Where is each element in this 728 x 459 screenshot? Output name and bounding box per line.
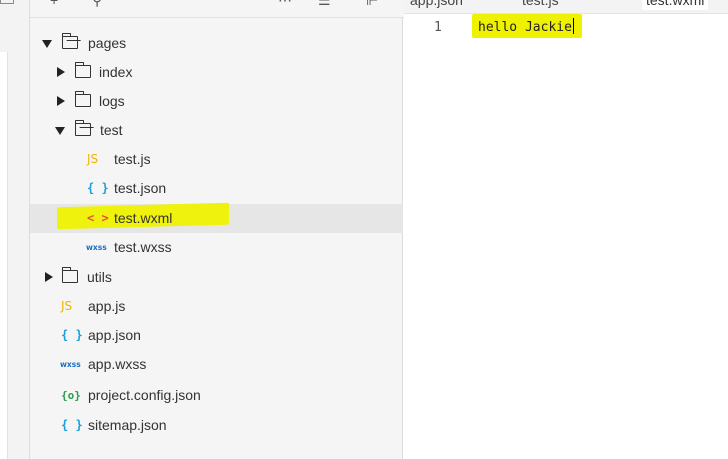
- folder-open-icon: [74, 120, 91, 136]
- tree-file-app-json[interactable]: { } app.json: [30, 321, 403, 350]
- folder-open-icon: [61, 33, 78, 49]
- json-file-icon: { }: [61, 328, 83, 342]
- tree-folder-test[interactable]: test: [30, 116, 403, 145]
- json-file-icon: { }: [61, 418, 83, 432]
- tree-item-label: logs: [99, 93, 125, 109]
- text-cursor: [572, 18, 574, 34]
- expand-arrow-icon[interactable]: [42, 40, 52, 48]
- search-icon[interactable]: ⚲: [92, 0, 102, 9]
- tree-item-label: app.json: [88, 327, 141, 343]
- code-editor[interactable]: 1 hello Jackie: [404, 14, 728, 459]
- tree-item-label: test: [100, 122, 123, 138]
- tab-test-js[interactable]: test.js: [522, 0, 559, 10]
- tree-file-project-config-json[interactable]: {o} project.config.json: [30, 381, 403, 410]
- json-file-icon: { }: [87, 181, 109, 195]
- js-file-icon: JS: [87, 152, 99, 166]
- sidebar-toggle-icon[interactable]: [0, 0, 14, 4]
- expand-arrow-icon[interactable]: [55, 127, 65, 135]
- tree-file-test-wxml-content[interactable]: < > test.wxml: [30, 204, 403, 233]
- line-number: 1: [434, 20, 442, 35]
- folder-icon: [74, 62, 91, 78]
- tab-app-json[interactable]: app.json: [410, 0, 463, 10]
- tree-item-label: pages: [88, 35, 127, 51]
- activity-bar: [0, 0, 30, 459]
- tree-folder-utils[interactable]: utils: [30, 263, 403, 292]
- tree-file-test-json[interactable]: { } test.json: [30, 174, 403, 203]
- tree-file-app-js[interactable]: JS app.js: [30, 292, 403, 321]
- wxml-file-icon: < >: [87, 211, 109, 225]
- collapse-arrow-icon[interactable]: [57, 67, 65, 77]
- config-file-icon: {o}: [61, 389, 81, 402]
- tree-file-test-js[interactable]: JS test.js: [30, 145, 403, 174]
- more-icon[interactable]: ⋯: [278, 0, 292, 9]
- code-text: hello Jackie: [478, 20, 572, 35]
- collapse-icon[interactable]: ☰: [318, 0, 331, 9]
- editor-tab-bar: app.json test.js test.wxml: [404, 0, 728, 14]
- tab-test-wxml[interactable]: test.wxml: [642, 0, 709, 10]
- tree-item-label: index: [99, 64, 133, 80]
- file-explorer: pages index logs test JS test.js { } tes…: [30, 18, 403, 459]
- tree-folder-index[interactable]: index: [30, 58, 403, 87]
- ide-window: + ⚲ ⋯ ☰ ⊩ pages index logs test JS test.…: [0, 0, 728, 459]
- tree-item-label: app.wxss: [88, 356, 147, 372]
- tree-item-label: test.wxml: [114, 210, 173, 226]
- folder-icon: [74, 91, 91, 107]
- tree-folder-logs[interactable]: logs: [30, 87, 403, 116]
- wxss-file-icon: wxss: [60, 360, 81, 369]
- tree-file-sitemap-json[interactable]: { } sitemap.json: [30, 411, 403, 440]
- collapse-arrow-icon[interactable]: [45, 272, 53, 282]
- tree-file-app-wxss[interactable]: wxss app.wxss: [30, 350, 403, 379]
- tree-item-label: test.js: [114, 151, 151, 167]
- folder-icon: [61, 267, 78, 283]
- tree-item-label: sitemap.json: [88, 417, 167, 433]
- split-icon[interactable]: ⊩: [366, 0, 378, 9]
- tree-folder-pages[interactable]: pages: [30, 29, 403, 58]
- tree-item-label: project.config.json: [88, 387, 201, 403]
- js-file-icon: JS: [61, 299, 73, 313]
- tree-item-label: test.wxss: [114, 239, 172, 255]
- tree-item-label: app.js: [88, 298, 126, 314]
- plus-icon[interactable]: +: [50, 0, 58, 9]
- tree-item-label: test.json: [114, 180, 167, 196]
- tree-item-label: utils: [87, 269, 112, 285]
- collapse-arrow-icon[interactable]: [57, 96, 65, 106]
- explorer-toolbar: + ⚲ ⋯ ☰ ⊩: [30, 0, 404, 18]
- wxss-file-icon: wxss: [86, 243, 107, 252]
- code-line[interactable]: hello Jackie: [478, 18, 574, 38]
- activity-bar-divider: [0, 52, 8, 459]
- tree-file-test-wxss[interactable]: wxss test.wxss: [30, 233, 403, 262]
